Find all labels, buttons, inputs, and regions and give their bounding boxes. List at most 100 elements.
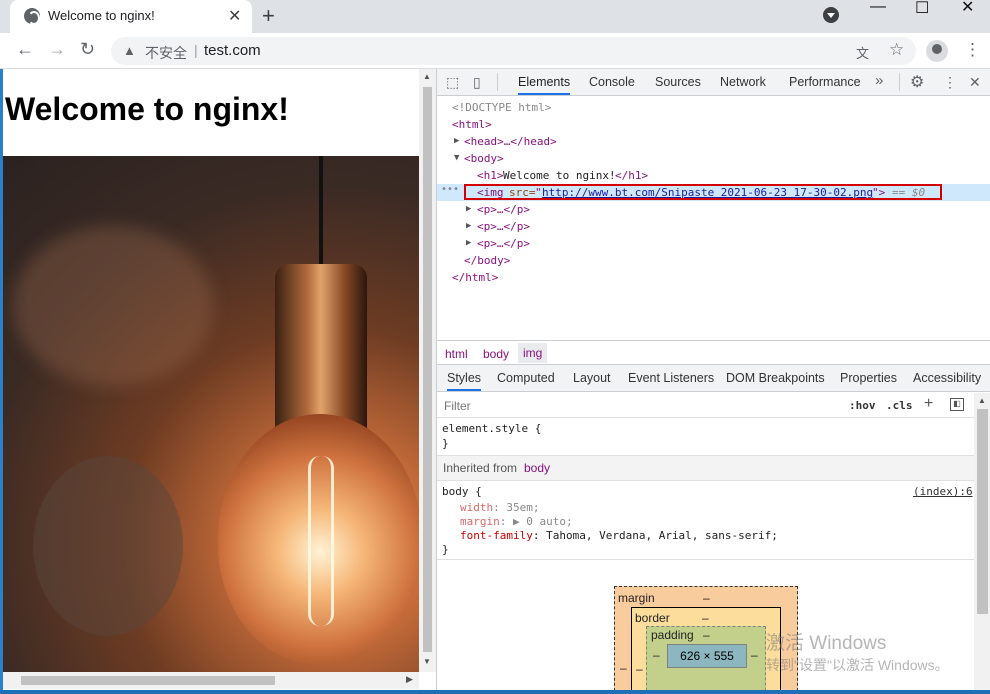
minimize-button[interactable]: —	[870, 0, 886, 16]
devtools-tabbar: ⬚ ▯ Elements Console Sources Network Per…	[437, 69, 990, 96]
margin-left-value[interactable]: –	[620, 661, 627, 675]
node-actions-icon[interactable]: •••	[441, 184, 459, 195]
scroll-up-arrow[interactable]: ▲	[423, 72, 431, 81]
border-top-value[interactable]: –	[702, 611, 709, 625]
inherited-header: Inherited from body	[437, 456, 974, 480]
tab-layout[interactable]: Layout	[573, 371, 611, 385]
rule-source-link[interactable]: (index):6	[913, 485, 973, 498]
inspect-element-icon[interactable]: ⬚	[446, 74, 459, 91]
border-left-value[interactable]: –	[636, 662, 643, 676]
dom-node-p[interactable]: ▶ <p>…</p>	[437, 218, 990, 235]
browser-menu-icon[interactable]: ⋮	[964, 40, 981, 60]
bookmark-star-icon[interactable]: ☆	[889, 40, 904, 60]
new-rule-icon[interactable]: +	[924, 395, 933, 413]
breadcrumb-img[interactable]: img	[518, 343, 548, 363]
tab-active[interactable]: Welcome to nginx! ✕	[10, 0, 252, 33]
translate-icon[interactable]: 文	[856, 43, 869, 62]
tab-elements[interactable]: Elements	[518, 75, 571, 95]
declaration-width[interactable]: width: 35em;	[460, 501, 540, 514]
breadcrumb-html[interactable]: html	[445, 347, 468, 361]
dom-node-img-selected[interactable]: ••• <img src= " http://www.bt.com/Snipas…	[437, 184, 990, 201]
photo-socket	[275, 264, 367, 434]
tab-event-listeners[interactable]: Event Listeners	[628, 371, 714, 385]
expand-triangle-icon[interactable]: ▶	[466, 204, 471, 214]
filter-input[interactable]: Filter	[444, 399, 471, 413]
hover-state-button[interactable]: :hov	[849, 399, 876, 412]
highlight-box	[464, 184, 942, 200]
element-style-selector[interactable]: element.style {	[442, 422, 541, 435]
dom-node-html-close[interactable]: </html>	[437, 269, 990, 286]
tab-accessibility[interactable]: Accessibility	[913, 371, 981, 385]
dom-node-body-close[interactable]: </body>	[437, 252, 990, 269]
page-horizontal-scrollbar[interactable]: ▶	[3, 672, 419, 689]
padding-top-value[interactable]: –	[703, 628, 710, 642]
dom-node-p[interactable]: ▶ <p>…</p>	[437, 201, 990, 218]
expand-triangle-icon[interactable]: ▶	[466, 238, 471, 248]
dom-node-p[interactable]: ▶ <p>…</p>	[437, 235, 990, 252]
page-vertical-scrollbar[interactable]: ▲ ▼	[419, 69, 436, 672]
reload-button[interactable]: ↻	[80, 39, 95, 60]
p-tag: <p>…</p>	[477, 220, 530, 233]
dom-node-head[interactable]: ▶ <head>…</head>	[437, 133, 990, 150]
profile-avatar[interactable]	[926, 40, 948, 62]
url-text[interactable]: test.com	[204, 42, 261, 59]
address-bar[interactable]: ▲ 不安全 | test.com 文 ☆	[111, 37, 916, 65]
security-status[interactable]: 不安全	[145, 43, 187, 63]
class-toggle-button[interactable]: .cls	[886, 399, 913, 412]
property-name: margin	[460, 515, 500, 528]
scroll-thumb-horizontal[interactable]	[21, 676, 275, 685]
breadcrumb: html body img	[437, 340, 990, 365]
collapse-triangle-icon[interactable]: ▼	[454, 153, 459, 163]
box-model-content[interactable]: 626 × 555	[667, 644, 747, 668]
h1-open-tag: <h1>	[477, 169, 504, 182]
box-model-border[interactable]: border – – padding – – – 626 × 555	[631, 607, 781, 690]
dom-node-body[interactable]: ▼ <body>	[437, 150, 990, 167]
padding-right-value[interactable]: –	[751, 648, 758, 662]
tab-styles[interactable]: Styles	[447, 371, 482, 391]
margin-top-value[interactable]: –	[703, 591, 710, 605]
inherited-source[interactable]: body	[524, 461, 550, 475]
back-button[interactable]: ←	[16, 39, 34, 60]
declaration-margin[interactable]: margin: ▶ 0 auto;	[460, 515, 573, 528]
scroll-thumb[interactable]	[977, 409, 988, 614]
scroll-thumb[interactable]	[423, 87, 432, 652]
tab-dom-breakpoints[interactable]: DOM Breakpoints	[726, 371, 825, 385]
tab-close-icon[interactable]: ✕	[228, 6, 241, 26]
browser-toolbar: ← → ↻ ▲ 不安全 | test.com 文 ☆ ⋮	[0, 33, 990, 69]
expand-triangle-icon[interactable]: ▶	[466, 221, 471, 231]
tab-computed[interactable]: Computed	[497, 371, 555, 385]
tab-network[interactable]: Network	[720, 75, 766, 89]
tab-search-icon[interactable]	[823, 7, 839, 23]
declaration-font-family[interactable]: font-family: Tahoma, Verdana, Arial, san…	[460, 529, 778, 542]
box-model-padding[interactable]: padding – – – 626 × 555	[646, 626, 766, 690]
tab-properties[interactable]: Properties	[840, 371, 897, 385]
dom-node-doctype[interactable]: <!DOCTYPE html>	[437, 99, 990, 116]
sidebar-toggle-icon[interactable]: ◧	[950, 398, 964, 411]
rule-selector[interactable]: body {	[442, 485, 482, 498]
styles-scrollbar[interactable]: ▲	[974, 393, 990, 690]
scroll-up-arrow[interactable]: ▲	[978, 396, 986, 405]
new-tab-button[interactable]: +	[262, 3, 275, 29]
close-devtools-icon[interactable]: ✕	[969, 74, 981, 91]
device-toolbar-icon[interactable]: ▯	[473, 74, 481, 91]
padding-left-value[interactable]: –	[653, 648, 660, 662]
close-window-button[interactable]: ✕	[961, 0, 974, 17]
customize-menu-icon[interactable]: ⋮	[943, 74, 957, 91]
tab-performance[interactable]: Performance	[789, 75, 861, 89]
html-close-tag: </html>	[452, 271, 499, 284]
scroll-right-arrow[interactable]: ▶	[406, 674, 413, 685]
warning-icon[interactable]: ▲	[123, 43, 136, 58]
expand-triangle-icon[interactable]: ▶	[454, 136, 459, 146]
tab-sources[interactable]: Sources	[655, 75, 701, 89]
scroll-down-arrow[interactable]: ▼	[423, 657, 431, 666]
lightbulb-photo	[3, 156, 419, 672]
dom-node-html[interactable]: <html>	[437, 116, 990, 133]
maximize-button[interactable]: ☐	[915, 0, 929, 18]
settings-gear-icon[interactable]: ⚙	[910, 72, 924, 92]
more-tabs-icon[interactable]: »	[875, 72, 883, 89]
tab-console[interactable]: Console	[589, 75, 635, 89]
dom-node-h1[interactable]: <h1> Welcome to nginx! </h1>	[437, 167, 990, 184]
photo-blur-highlight	[13, 226, 213, 386]
forward-button[interactable]: →	[48, 39, 66, 60]
breadcrumb-body[interactable]: body	[483, 347, 509, 361]
